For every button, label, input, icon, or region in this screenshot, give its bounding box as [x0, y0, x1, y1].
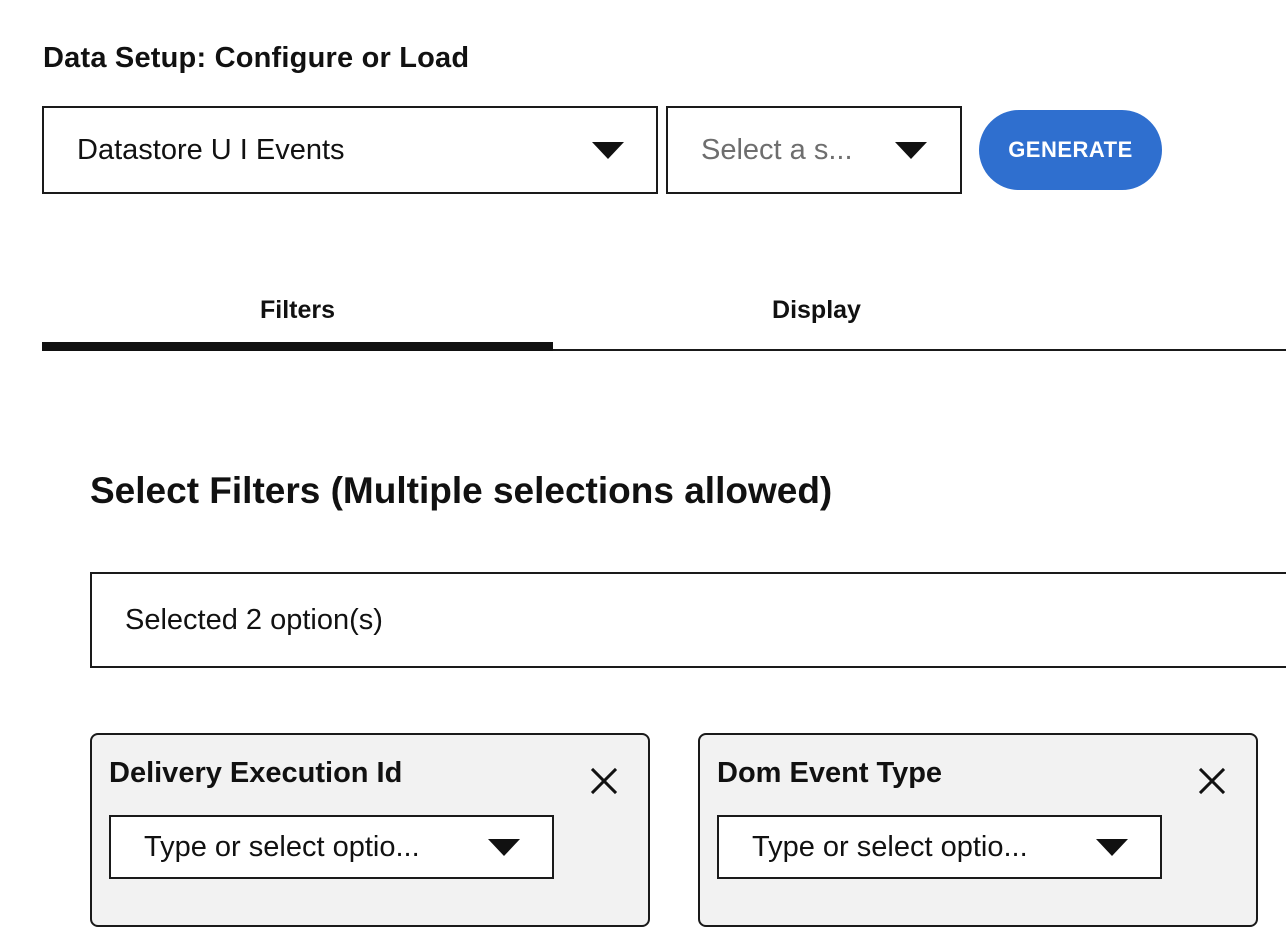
caret-down-icon — [592, 141, 624, 159]
filter-select-placeholder: Type or select optio... — [144, 830, 420, 863]
caret-down-icon — [1096, 838, 1128, 856]
tab-display[interactable]: Display — [561, 290, 1072, 330]
filter-select-placeholder: Type or select optio... — [752, 830, 1028, 863]
caret-down-icon — [488, 838, 520, 856]
source-select[interactable]: Select a s... — [666, 106, 962, 194]
close-icon[interactable] — [1198, 767, 1226, 795]
filters-heading: Select Filters (Multiple selections allo… — [90, 470, 833, 511]
dom-event-type-select[interactable]: Type or select optio... — [717, 815, 1162, 879]
close-icon[interactable] — [590, 767, 618, 795]
filter-card-dom-event-type: Dom Event Type Type or select optio... — [698, 733, 1258, 927]
multi-select-value: Selected 2 option(s) — [125, 603, 383, 636]
filter-card-delivery-execution-id: Delivery Execution Id Type or select opt… — [90, 733, 650, 927]
page-title: Data Setup: Configure or Load — [43, 42, 470, 74]
filter-card-title: Delivery Execution Id — [109, 757, 403, 789]
filter-card-title: Dom Event Type — [717, 757, 943, 789]
caret-down-icon — [895, 141, 927, 159]
tab-filters[interactable]: Filters — [42, 290, 553, 330]
source-select-placeholder: Select a s... — [701, 133, 853, 166]
datastore-select[interactable]: Datastore U I Events — [42, 106, 658, 194]
datastore-select-value: Datastore U I Events — [77, 133, 345, 166]
filters-multi-select[interactable]: Selected 2 option(s) — [90, 572, 1286, 668]
active-tab-indicator — [42, 342, 553, 351]
generate-button[interactable]: GENERATE — [979, 110, 1162, 190]
delivery-execution-id-select[interactable]: Type or select optio... — [109, 815, 554, 879]
